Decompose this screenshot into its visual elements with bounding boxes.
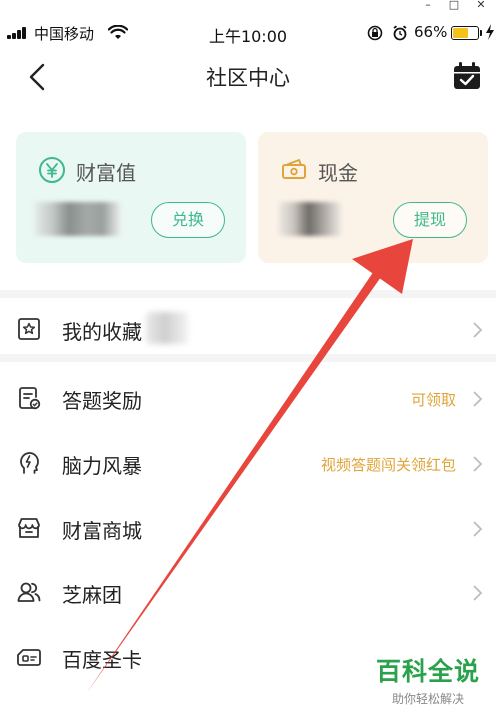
wealth-title: 财富值 [76, 161, 136, 185]
card-icon [17, 649, 41, 666]
menu-item-quiz-rewards[interactable]: 答题奖励 可领取 [0, 367, 496, 431]
watermark-subtitle: 助你轻松解决 [391, 692, 464, 706]
watermark-title: 百科全说 [375, 657, 480, 686]
window-chrome: – □ ✕ [0, 0, 496, 12]
cash-value-redacted [278, 202, 342, 236]
page-title: 社区中心 [206, 66, 290, 90]
redacted-count [146, 312, 188, 344]
nav-bar: 社区中心 [0, 50, 496, 102]
quiz-document-icon [19, 387, 41, 410]
battery-icon [451, 26, 479, 40]
menu-item-sesame-group[interactable]: 芝麻团 [0, 561, 496, 625]
menu-item-brainstorm[interactable]: 脑力风暴 视频答题闯关领红包 [0, 432, 496, 496]
menu-item-label: 脑力风暴 [62, 454, 142, 478]
menu-item-hint: 视频答题闯关领红包 [320, 456, 456, 474]
yen-coin-icon [39, 157, 65, 183]
group-people-icon [17, 582, 41, 602]
rotation-lock-icon [367, 25, 383, 41]
chevron-right-icon [473, 521, 483, 537]
chevron-right-icon [473, 322, 483, 338]
minimize-button[interactable]: – [421, 0, 435, 12]
section-divider [0, 354, 496, 362]
menu-item-label: 财富商城 [62, 519, 142, 543]
menu-item-favorites[interactable]: 我的收藏 [0, 298, 496, 362]
wealth-card[interactable]: 财富值 兑换 [16, 132, 246, 263]
chevron-right-icon [473, 585, 483, 601]
menu-item-hint: 可领取 [410, 391, 456, 409]
menu-item-label: 答题奖励 [62, 389, 142, 413]
maximize-button[interactable]: □ [447, 0, 461, 12]
chevron-right-icon [473, 391, 483, 407]
cash-bill-icon [282, 159, 306, 179]
chevron-right-icon [473, 456, 483, 472]
brain-bolt-icon [20, 452, 39, 474]
watermark: 百科全说 助你轻松解决 [372, 652, 484, 707]
close-button[interactable]: ✕ [474, 0, 488, 12]
store-icon [18, 518, 40, 538]
wealth-value-redacted [34, 202, 122, 236]
cash-title: 现金 [318, 161, 358, 185]
withdraw-button[interactable]: 提现 [393, 202, 467, 238]
menu-item-wealth-mall[interactable]: 财富商城 [0, 497, 496, 561]
exchange-button[interactable]: 兑换 [151, 202, 225, 238]
battery-tip [480, 30, 482, 36]
calendar-check-icon[interactable] [452, 61, 482, 91]
status-bar: 中国移动 上午10:00 66% [0, 16, 496, 50]
alarm-icon [393, 25, 407, 41]
menu-item-label: 芝麻团 [62, 583, 122, 607]
menu-item-label: 百度圣卡 [62, 648, 142, 672]
menu-item-label: 我的收藏 [62, 320, 142, 344]
battery-percent: 66% [414, 23, 448, 41]
charging-bolt-icon [486, 24, 494, 40]
cash-card[interactable]: 现金 提现 [258, 132, 488, 263]
star-badge-icon [18, 318, 40, 340]
section-divider [0, 290, 496, 298]
